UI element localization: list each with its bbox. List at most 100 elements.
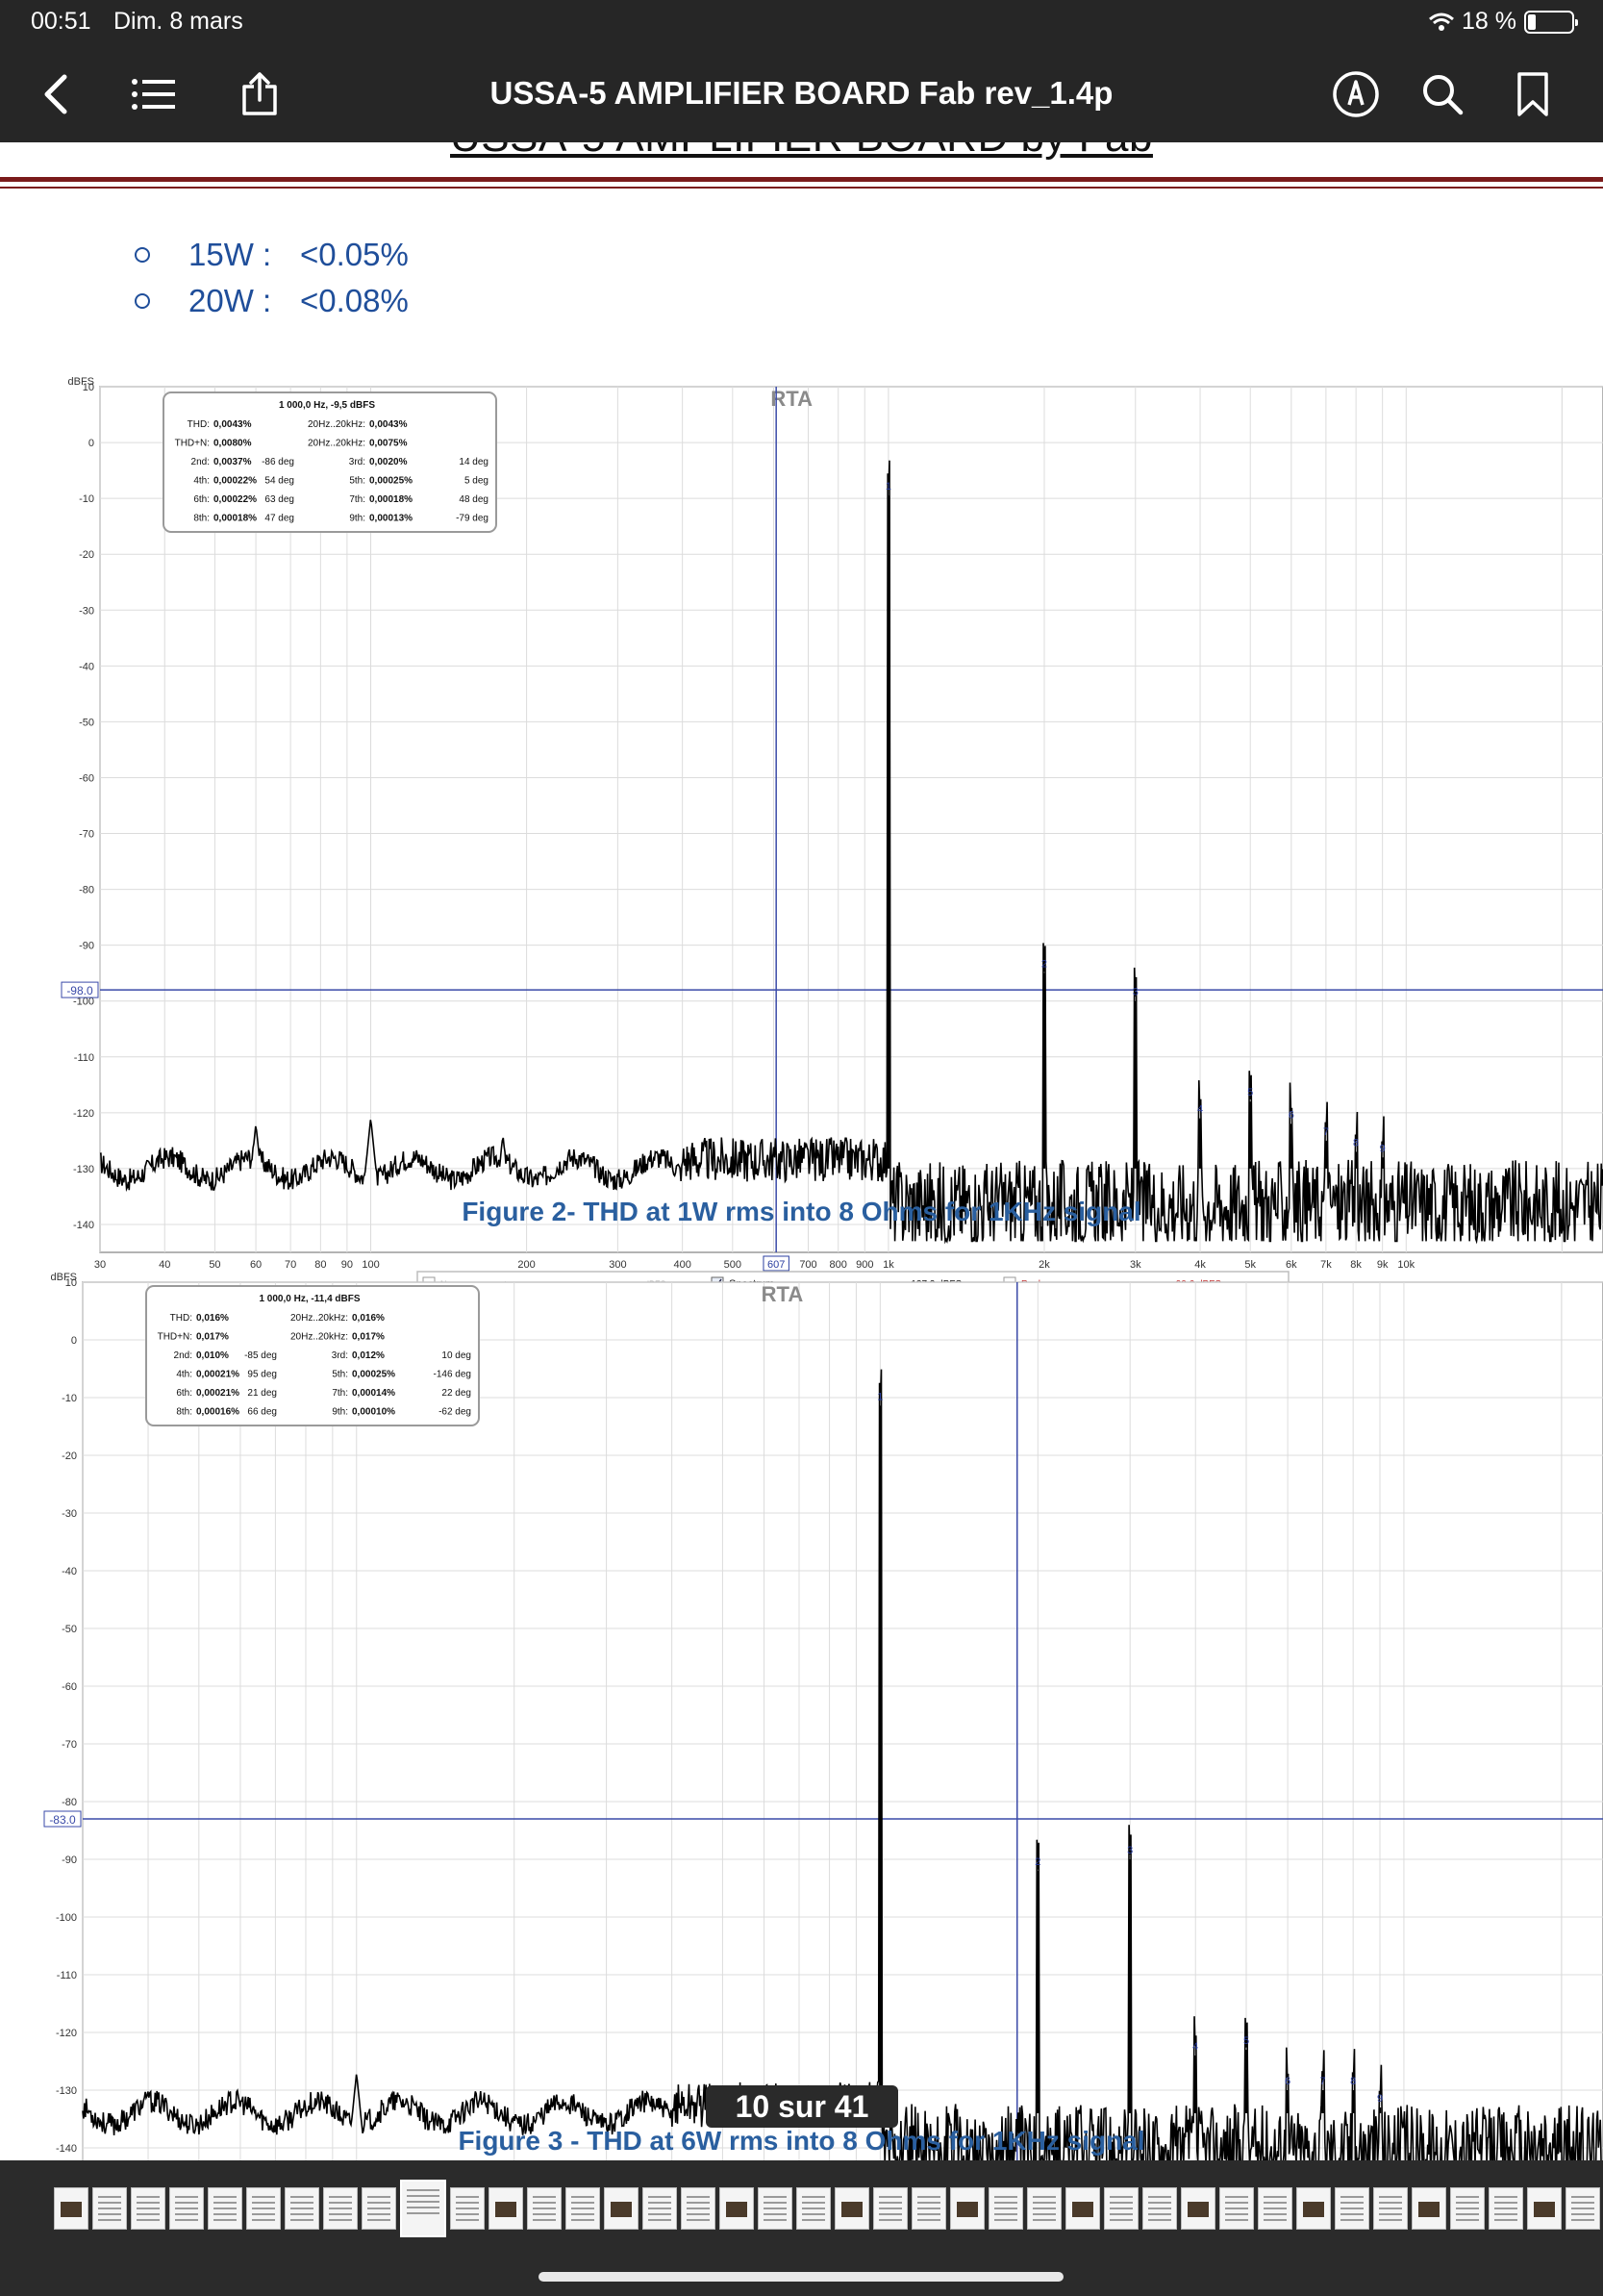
page-thumbnail[interactable] [1027,2187,1062,2230]
page-thumbnail[interactable] [873,2187,908,2230]
status-right: 18 % [1429,8,1578,36]
y-tick-label: -20 [79,549,94,561]
page-thumbnail[interactable] [796,2187,831,2230]
page-thumbnail[interactable] [835,2187,869,2230]
page-thumbnail[interactable] [1065,2187,1100,2230]
bullet-label: 15W : [188,237,272,272]
status-time: 00:51 [31,8,91,35]
y-tick-label: -30 [79,605,94,617]
page-thumbnail[interactable] [1412,2187,1446,2230]
page-thumbnail[interactable] [1450,2187,1485,2230]
info-box-cell: 54 deg [264,476,294,487]
page-thumbnail[interactable] [362,2187,396,2230]
thumbnail-list [54,2180,1603,2237]
page-thumbnail[interactable] [989,2187,1023,2230]
heading-rule [0,177,1603,182]
info-box-cell: 3rd: [332,1350,348,1361]
page-thumbnail[interactable] [681,2187,715,2230]
page-thumbnail[interactable] [950,2187,985,2230]
info-box-cell: 5 deg [464,476,488,487]
info-box-cell: 20Hz..20kHz: [308,419,365,430]
page-thumbnail[interactable] [169,2187,204,2230]
page-thumbnail[interactable] [400,2180,446,2237]
info-box-cell: 20Hz..20kHz: [308,439,365,449]
pdf-viewer: 00:51 Dim. 8 mars 18 % USSA-5 AMPLIFIER … [0,0,1603,2296]
search-button[interactable] [1415,67,1469,121]
figure-2-caption: Figure 2- THD at 1W rms into 8 Ohms for … [462,1197,1141,1226]
info-box-cell: 5th: [332,1370,348,1380]
info-box-cell: 0,00018% [369,494,413,505]
battery-icon [1524,10,1578,34]
info-box-cell: 66 deg [247,1407,277,1418]
page-thumbnail[interactable] [604,2187,639,2230]
page-thumbnail[interactable] [1142,2187,1177,2230]
info-box-cell: 48 deg [459,494,488,505]
harmonic-label: 7 [1323,1126,1329,1138]
page-thumbnail[interactable] [246,2187,281,2230]
info-box-cell: 0,00013% [369,514,413,524]
page-thumbnail[interactable] [488,2187,523,2230]
info-box-cell: 0,0043% [369,419,408,430]
page-thumbnail[interactable] [323,2187,358,2230]
info-box-cell: 7th: [349,494,365,505]
page-thumbnail[interactable] [1296,2187,1331,2230]
page-thumbnail[interactable] [1181,2187,1215,2230]
harmonic-label: 1 [877,1391,883,1402]
info-box-cell: 0,00018% [213,514,257,524]
info-box-cell: 10 deg [441,1350,471,1361]
harmonic-label: 5 [1247,1087,1253,1098]
info-box-header: 1 000,0 Hz, -11,4 dBFS [259,1294,360,1304]
y-tick-label: -90 [62,1854,77,1866]
page-thumbnail[interactable] [1219,2187,1254,2230]
status-date: Dim. 8 mars [113,8,243,35]
y-tick-label: -90 [79,941,94,952]
info-box-cell: 8th: [176,1407,192,1418]
info-box-cell: 0,00025% [352,1370,395,1380]
page-thumbnail[interactable] [527,2187,562,2230]
page-thumbnail[interactable] [1489,2187,1523,2230]
info-box-cell: 14 deg [459,457,488,467]
info-box-cell: -86 deg [262,457,294,467]
harmonic-label: 2 [1035,1856,1040,1868]
page-thumbnail[interactable] [642,2187,677,2230]
page-thumbnail[interactable] [131,2187,165,2230]
page-thumbnail[interactable] [758,2187,792,2230]
page-thumbnail[interactable] [912,2187,946,2230]
bullet-20w: 20W : <0.08% [135,283,409,319]
info-box-cell: 5th: [349,476,365,487]
y-tick-label: -110 [57,1970,77,1981]
info-box-cell: 6th: [193,494,210,505]
page-thumbnail[interactable] [450,2187,485,2230]
thumbnail-strip [0,2160,1603,2296]
page-thumbnail[interactable] [92,2187,127,2230]
page-thumbnail[interactable] [1335,2187,1369,2230]
page-thumbnail[interactable] [719,2187,754,2230]
info-box-cell: 21 deg [247,1388,277,1399]
page-thumbnail[interactable] [1565,2187,1600,2230]
page-thumbnail[interactable] [54,2187,88,2230]
page-thumbnail[interactable] [1527,2187,1562,2230]
y-tick-label: -10 [79,493,94,505]
info-box-cell: 95 deg [247,1370,277,1380]
bullet-value: <0.08% [300,283,409,318]
cursor-y-label: -83.0 [49,1813,76,1827]
page-thumbnail[interactable] [208,2187,242,2230]
page-thumbnail[interactable] [285,2187,319,2230]
info-box-cell: 0,0080% [213,439,252,449]
bookmark-icon [1517,72,1548,116]
chart-title: RTA [762,1282,804,1306]
info-box-cell: 0,017% [196,1332,229,1343]
figure-3-caption: Figure 3 - THD at 6W rms into 8 Ohms for… [458,2126,1145,2156]
y-tick-label: -10 [62,1393,77,1404]
bullet-circle-icon [135,247,150,263]
page-thumbnail[interactable] [565,2187,600,2230]
markup-button[interactable] [1329,67,1383,121]
page-thumbnail[interactable] [1104,2187,1139,2230]
harmonic-label: 9 [1377,2093,1383,2105]
page-thumbnail[interactable] [1258,2187,1292,2230]
bookmark-button[interactable] [1506,67,1560,121]
info-box-cell: 22 deg [441,1388,471,1399]
page-thumbnail[interactable] [1373,2187,1408,2230]
y-axis-label: dBFS [50,1272,77,1283]
y-tick-label: -100 [56,1912,77,1924]
